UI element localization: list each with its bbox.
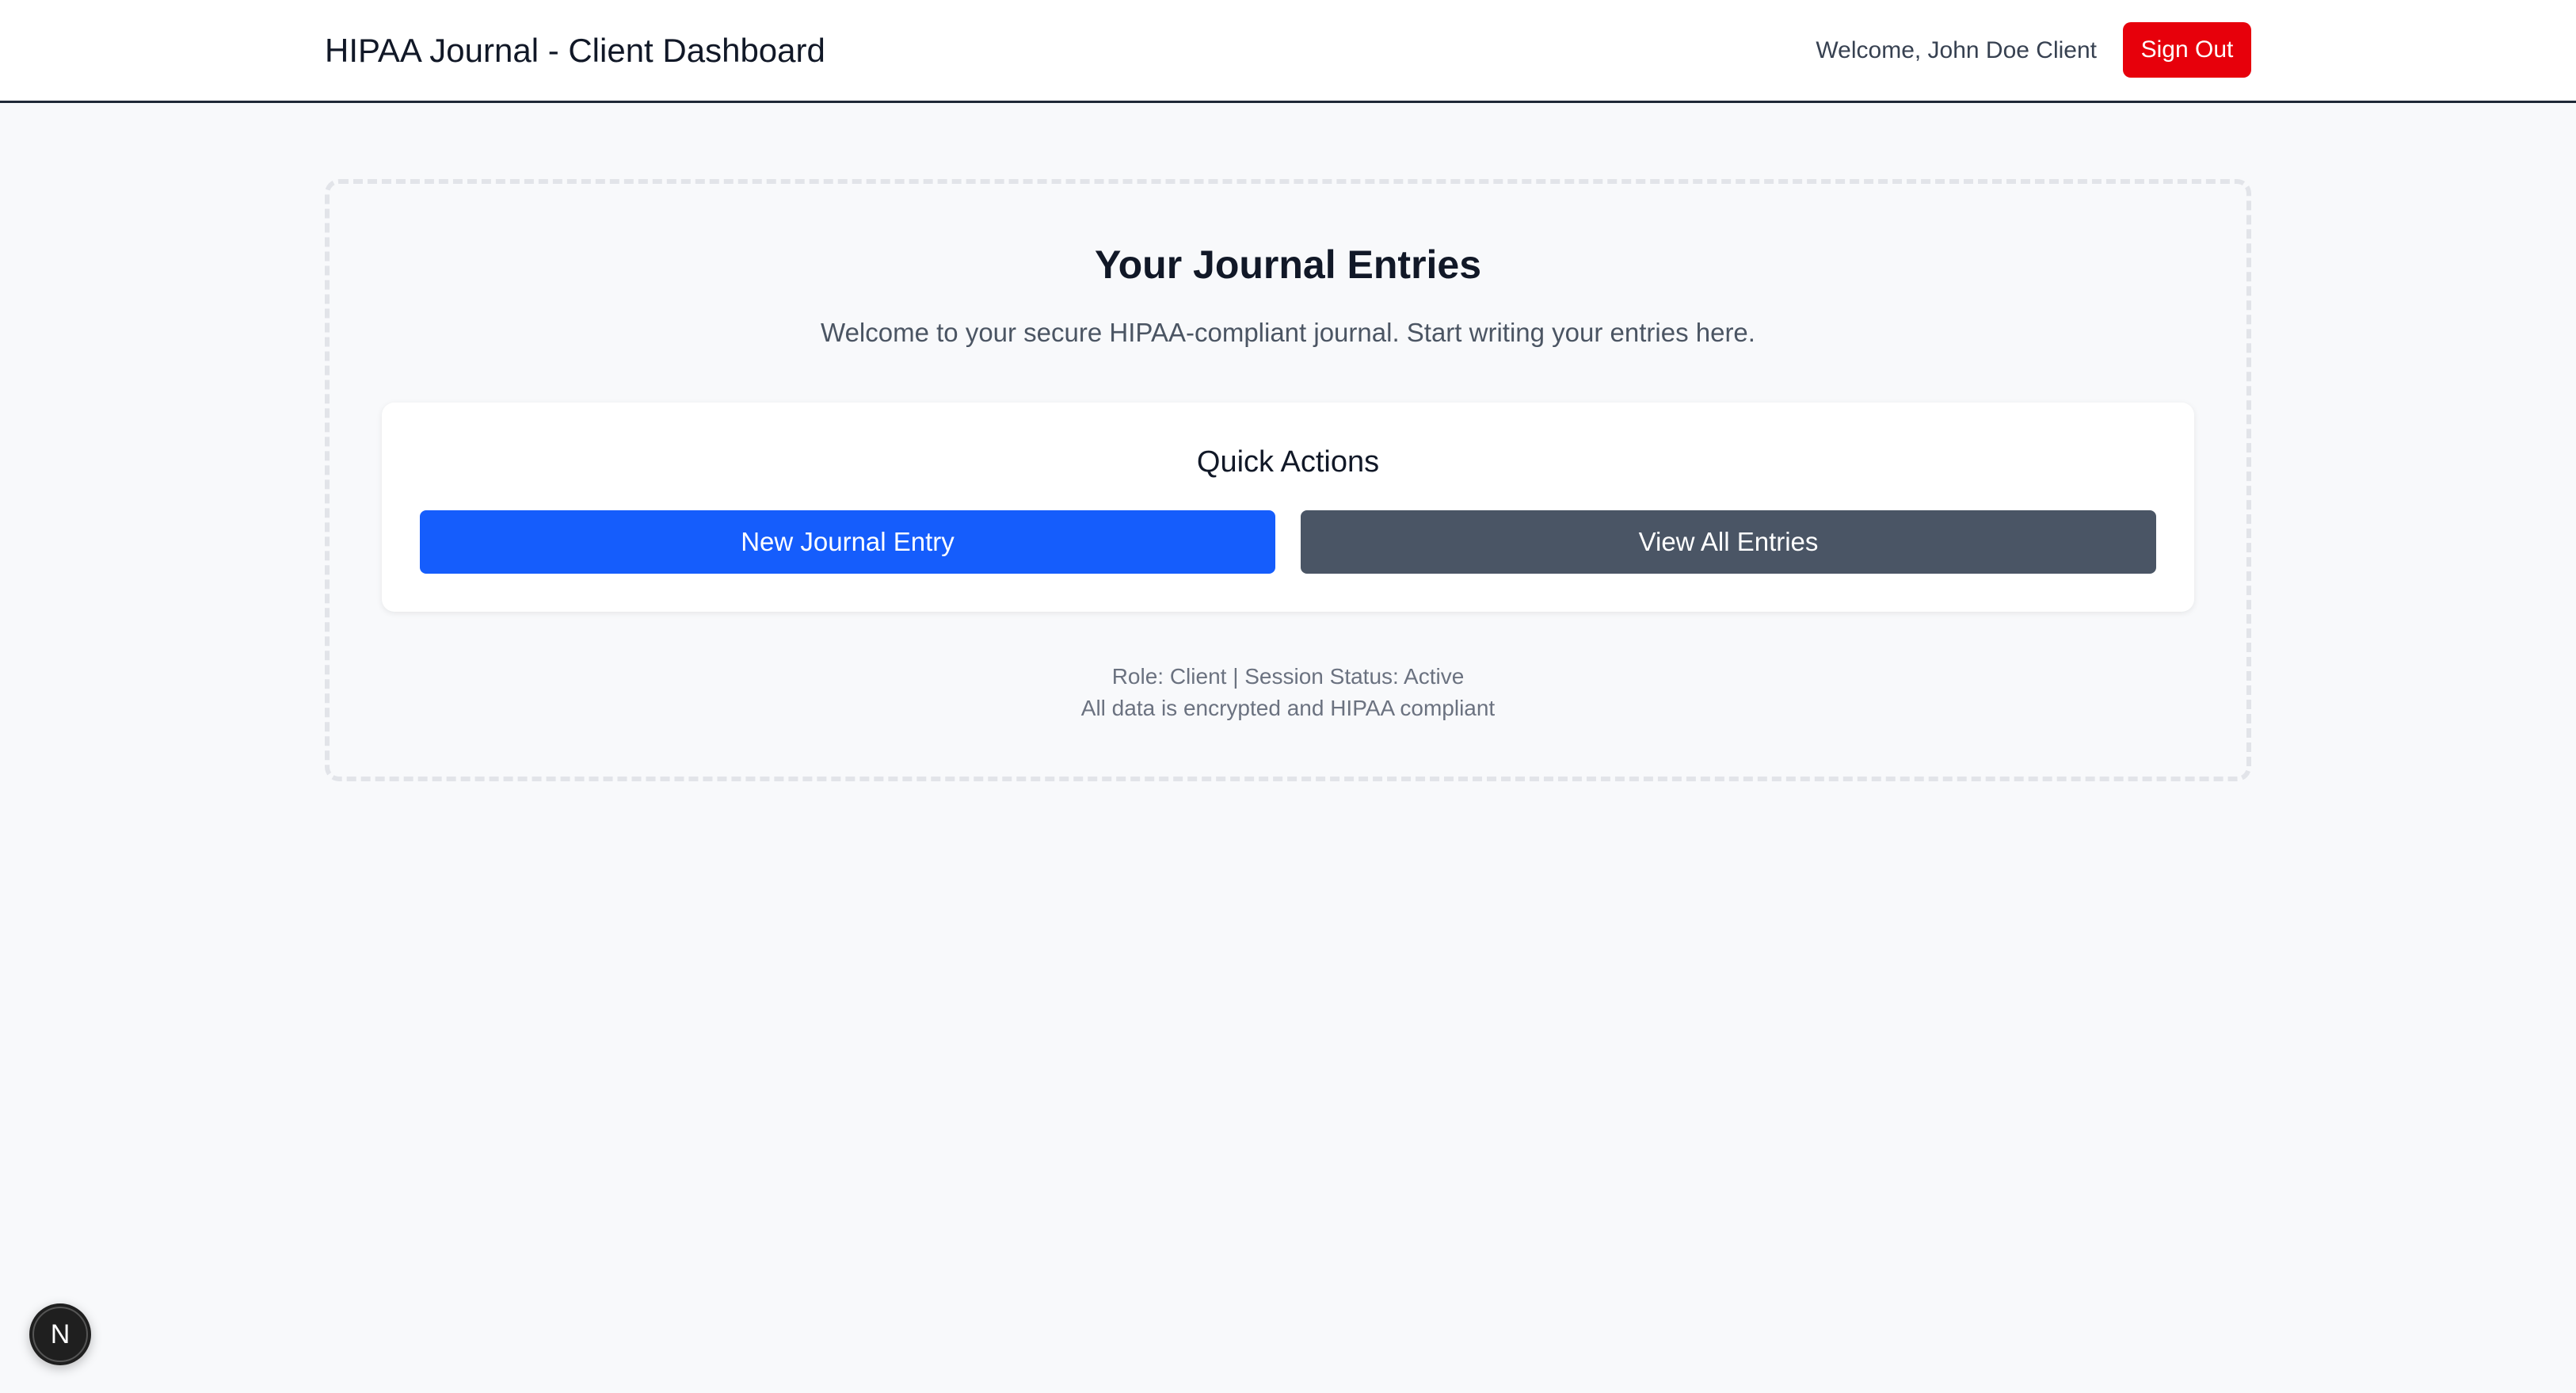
page-subtitle: Welcome to your secure HIPAA-compliant j… xyxy=(821,318,1755,347)
app-title: HIPAA Journal - Client Dashboard xyxy=(325,32,825,69)
welcome-message: Welcome, John Doe Client xyxy=(1816,37,2097,63)
view-all-entries-button[interactable]: View All Entries xyxy=(1301,510,2156,574)
compliance-note: All data is encrypted and HIPAA complian… xyxy=(1080,696,1496,720)
nextjs-dev-tools-icon[interactable]: N xyxy=(29,1303,91,1365)
sign-out-button[interactable]: Sign Out xyxy=(2123,22,2251,78)
journal-entries-panel: Your Journal Entries Welcome to your sec… xyxy=(325,179,2251,781)
top-navigation-bar: HIPAA Journal - Client Dashboard Welcome… xyxy=(0,0,2576,103)
page-title: Your Journal Entries xyxy=(1094,242,1482,287)
session-status-text: Role: Client | Session Status: Active xyxy=(1111,664,1465,689)
new-journal-entry-button[interactable]: New Journal Entry xyxy=(420,510,1275,574)
dev-indicator-label: N xyxy=(50,1319,70,1349)
quick-actions-card: Quick Actions New Journal Entry View All… xyxy=(382,403,2194,612)
quick-actions-title: Quick Actions xyxy=(1196,445,1380,479)
